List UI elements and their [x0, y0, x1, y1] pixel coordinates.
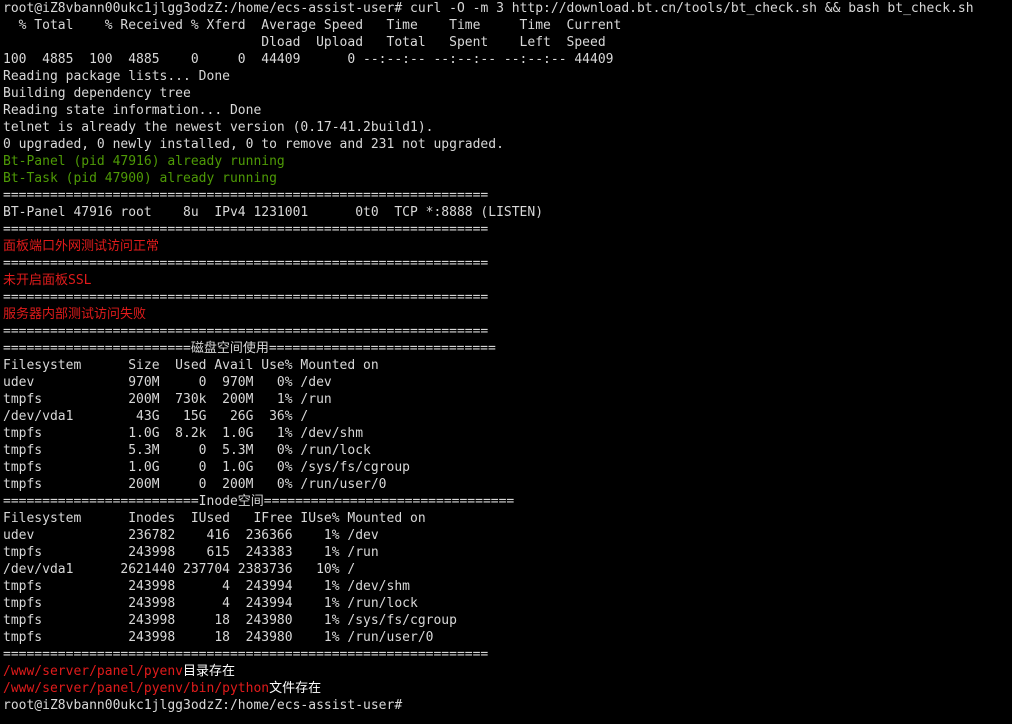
lsof-output: BT-Panel 47916 root 8u IPv4 1231001 0t0 …: [3, 205, 544, 220]
python-path: /www/server/panel/pyenv/bin/python: [3, 681, 270, 696]
shell-prompt: root@iZ8vbann00ukc1jlgg3odzZ:/home/ecs-a…: [3, 698, 403, 713]
disk-usage-title: ========================磁盘空间使用==========…: [3, 341, 496, 356]
separator: ========================================…: [3, 222, 489, 237]
disk-table-header: Filesystem Size Used Avail Use% Mounted …: [3, 358, 379, 373]
inode-table-row: udev 236782 416 236366 1% /dev: [3, 528, 379, 543]
apt-output-line: telnet is already the newest version (0.…: [3, 120, 434, 135]
check-internal-access: 服务器内部测试访问失败: [3, 307, 147, 322]
disk-table-row: tmpfs 200M 0 200M 0% /run/user/0: [3, 477, 387, 492]
inode-table-row: /dev/vda1 2621440 237704 2383736 10% /: [3, 562, 356, 577]
apt-output-line: Reading state information... Done: [3, 103, 262, 118]
separator: ========================================…: [3, 290, 489, 305]
command-line: root@iZ8vbann00ukc1jlgg3odzZ:/home/ecs-a…: [3, 0, 1012, 17]
check-ssl: 未开启面板SSL: [3, 273, 92, 288]
separator: ========================================…: [3, 324, 489, 339]
terminal-cursor: [402, 697, 410, 712]
inode-usage-title: =========================Inode空间========…: [3, 494, 515, 509]
disk-table-row: udev 970M 0 970M 0% /dev: [3, 375, 332, 390]
apt-output-line: Building dependency tree: [3, 86, 191, 101]
pyenv-dir-check: /www/server/panel/pyenv目录存在: [3, 663, 1012, 680]
status-bt-panel: Bt-Panel (pid 47916) already running: [3, 154, 285, 169]
command-text: curl -O -m 3 http://download.bt.cn/tools…: [402, 1, 974, 16]
pyenv-dir-path: /www/server/panel/pyenv: [3, 664, 184, 679]
inode-table-row: tmpfs 243998 18 243980 1% /run/user/0: [3, 630, 434, 645]
disk-table-row: tmpfs 1.0G 8.2k 1.0G 1% /dev/shm: [3, 426, 364, 441]
check-external-access: 面板端口外网测试访问正常: [3, 239, 160, 254]
disk-table-row: tmpfs 1.0G 0 1.0G 0% /sys/fs/cgroup: [3, 460, 410, 475]
separator: ========================================…: [3, 256, 489, 271]
curl-progress: 100 4885 100 4885 0 0 44409 0 --:--:-- -…: [3, 52, 614, 67]
final-prompt-line[interactable]: root@iZ8vbann00ukc1jlgg3odzZ:/home/ecs-a…: [3, 697, 1012, 714]
inode-table-row: tmpfs 243998 615 243383 1% /run: [3, 545, 379, 560]
inode-table-row: tmpfs 243998 4 243994 1% /dev/shm: [3, 579, 410, 594]
separator: ========================================…: [3, 188, 489, 203]
separator: ========================================…: [3, 647, 489, 662]
curl-header-1: % Total % Received % Xferd Average Speed…: [3, 18, 622, 33]
disk-table-row: /dev/vda1 43G 15G 26G 36% /: [3, 409, 309, 424]
disk-table-row: tmpfs 200M 730k 200M 1% /run: [3, 392, 332, 407]
status-bt-task: Bt-Task (pid 47900) already running: [3, 171, 277, 186]
terminal-window[interactable]: root@iZ8vbann00ukc1jlgg3odzZ:/home/ecs-a…: [0, 0, 1012, 724]
pyenv-dir-message: 目录存在: [183, 664, 236, 679]
curl-header-2: Dload Upload Total Spent Left Speed: [3, 35, 606, 50]
inode-table-row: tmpfs 243998 18 243980 1% /sys/fs/cgroup: [3, 613, 457, 628]
apt-output-line: Reading package lists... Done: [3, 69, 230, 84]
inode-table-row: tmpfs 243998 4 243994 1% /run/lock: [3, 596, 418, 611]
python-file-message: 文件存在: [269, 681, 322, 696]
disk-table-row: tmpfs 5.3M 0 5.3M 0% /run/lock: [3, 443, 371, 458]
inode-table-header: Filesystem Inodes IUsed IFree IUse% Moun…: [3, 511, 426, 526]
apt-output-line: 0 upgraded, 0 newly installed, 0 to remo…: [3, 137, 504, 152]
shell-prompt: root@iZ8vbann00ukc1jlgg3odzZ:/home/ecs-a…: [3, 1, 403, 16]
python-file-check: /www/server/panel/pyenv/bin/python文件存在: [3, 680, 1012, 697]
